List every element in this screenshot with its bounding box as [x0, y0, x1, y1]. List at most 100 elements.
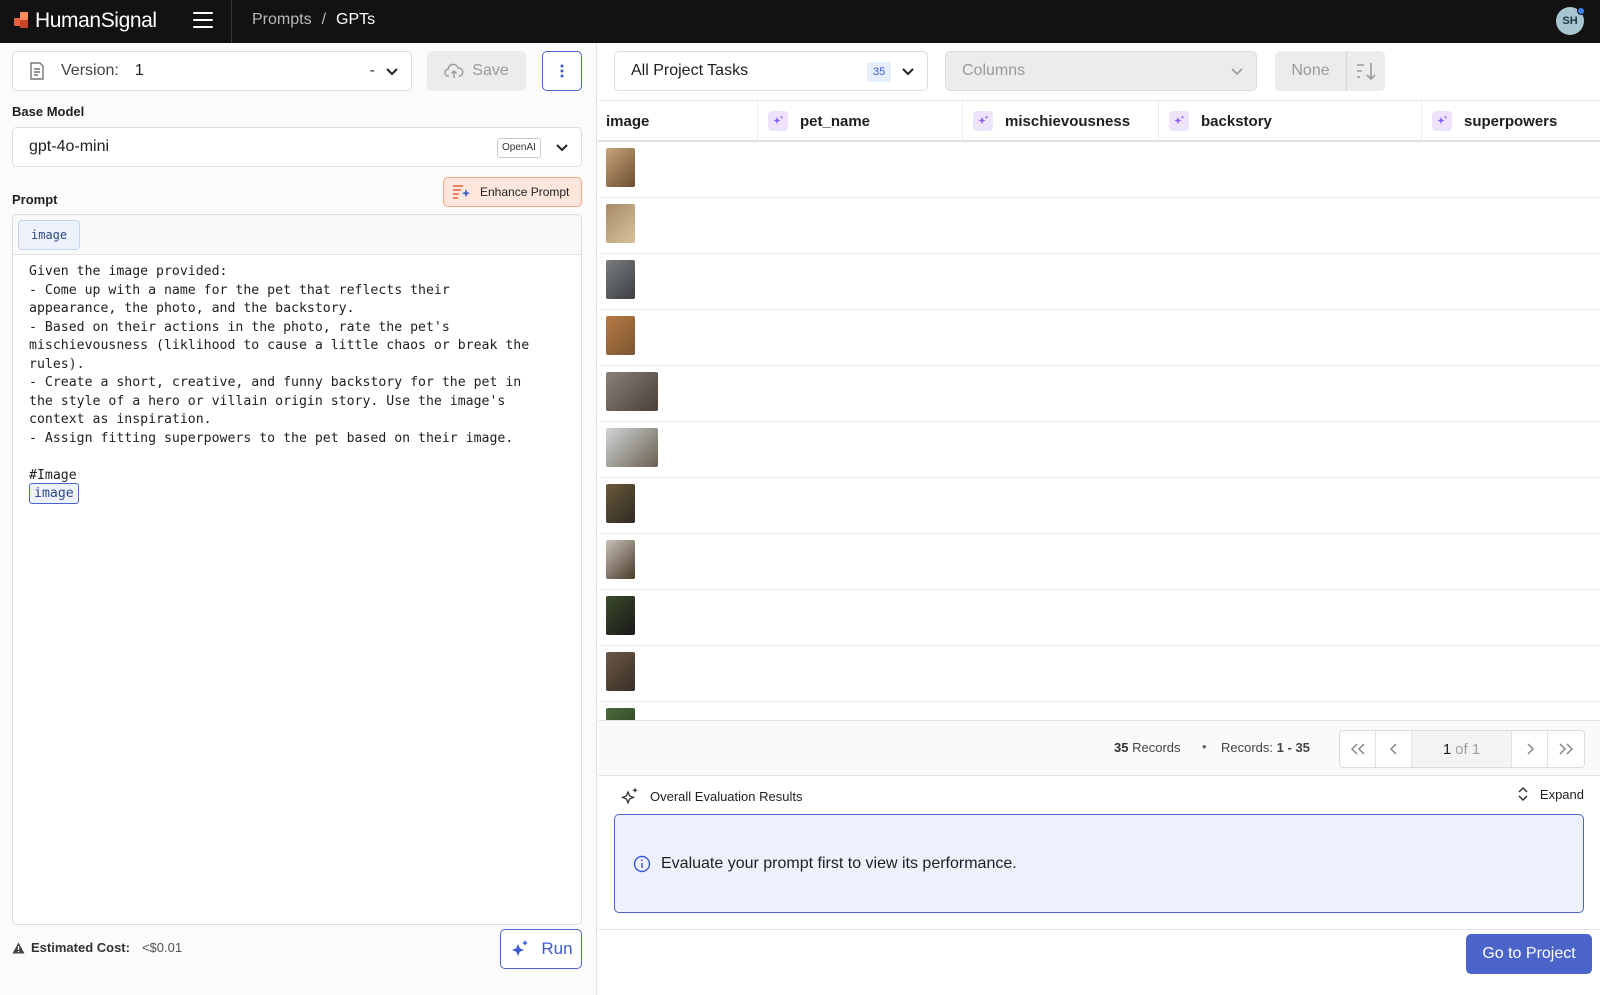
total-pages: of 1 [1455, 740, 1481, 758]
enhance-prompt-button[interactable]: Enhance Prompt [443, 177, 582, 207]
column-header-backstory[interactable]: backstory [1159, 101, 1422, 141]
sort-descending-icon [1357, 63, 1376, 81]
page-indicator[interactable]: 1 of 1 [1412, 731, 1512, 767]
table-row[interactable] [598, 142, 1600, 198]
evaluation-info-box: Evaluate your prompt first to view its p… [614, 814, 1584, 913]
more-options-button[interactable] [542, 51, 582, 91]
pet-image-thumbnail[interactable] [606, 484, 635, 523]
chevron-down-icon [902, 68, 914, 76]
evaluation-title: Overall Evaluation Results [650, 788, 803, 804]
version-selector[interactable]: Version: 1 - [12, 51, 412, 91]
table-row[interactable] [598, 198, 1600, 254]
records-count: 35 Records [1114, 740, 1181, 755]
first-page-button[interactable] [1340, 731, 1376, 767]
chevron-right-icon [1526, 743, 1534, 755]
results-panel: All Project Tasks 35 Columns None image … [598, 43, 1600, 995]
warning-icon [12, 942, 25, 953]
sort-field-select[interactable]: None [1275, 51, 1347, 91]
previous-page-button[interactable] [1376, 731, 1412, 767]
provider-badge: OpenAI [497, 138, 541, 158]
enhance-sparkle-icon [453, 185, 471, 199]
pet-image-thumbnail[interactable] [606, 708, 635, 720]
logo-text: HumanSignal [35, 9, 157, 32]
breadcrumb-separator: / [321, 11, 327, 28]
table-row[interactable] [598, 590, 1600, 646]
column-header-label: mischievousness [1005, 112, 1131, 130]
table-row[interactable] [598, 422, 1600, 478]
ai-sparkle-icon [768, 111, 788, 131]
save-label: Save [472, 62, 509, 79]
pet-image-thumbnail[interactable] [606, 428, 658, 467]
pagination-bar: 35 Records • Records: 1 - 35 1 of 1 [598, 720, 1600, 776]
model-name: gpt-4o-mini [29, 138, 110, 155]
notification-dot [1577, 7, 1585, 15]
pet-image-thumbnail[interactable] [606, 540, 635, 579]
estimated-cost: Estimated Cost: <$0.01 [12, 940, 182, 955]
chevron-down-icon [386, 68, 398, 76]
table-row[interactable] [598, 702, 1600, 720]
table-row[interactable] [598, 254, 1600, 310]
sort-control: None [1275, 51, 1385, 91]
table-row[interactable] [598, 478, 1600, 534]
table-row[interactable] [598, 646, 1600, 702]
breadcrumb-prompts-link[interactable]: Prompts [252, 11, 312, 29]
project-tasks-select[interactable]: All Project Tasks 35 [614, 51, 928, 91]
humansignal-logo[interactable]: HumanSignal [14, 9, 157, 33]
pet-image-thumbnail[interactable] [606, 652, 635, 691]
run-label: Run [541, 939, 573, 958]
pet-image-thumbnail[interactable] [606, 316, 635, 355]
expand-toggle[interactable]: Expand [1518, 786, 1584, 802]
table-row[interactable] [598, 366, 1600, 422]
more-vertical-icon [560, 64, 564, 78]
next-page-button[interactable] [1512, 731, 1548, 767]
chevron-down-icon [556, 144, 568, 152]
columns-select[interactable]: Columns [945, 51, 1257, 91]
table-body [598, 142, 1600, 720]
last-page-button[interactable] [1548, 731, 1584, 767]
sort-direction-button[interactable] [1347, 51, 1385, 91]
cloud-upload-icon [444, 63, 464, 78]
table-row[interactable] [598, 534, 1600, 590]
ai-sparkle-icon [973, 111, 993, 131]
pet-image-thumbnail[interactable] [606, 372, 658, 411]
cost-label: Estimated Cost: [31, 940, 130, 955]
records-range: Records: 1 - 35 [1221, 740, 1310, 755]
variables-bar: image [13, 215, 581, 255]
prompt-editor[interactable]: image Given the image provided: - Come u… [12, 214, 582, 925]
table-header: image pet_name mischievousness backstory… [598, 100, 1600, 142]
pet-image-thumbnail[interactable] [606, 596, 635, 635]
save-button[interactable]: Save [427, 51, 526, 91]
ai-sparkle-icon [1432, 111, 1452, 131]
go-to-project-button[interactable]: Go to Project [1466, 934, 1592, 974]
task-count-badge: 35 [867, 62, 892, 82]
evaluation-header: Overall Evaluation Results [620, 786, 802, 806]
chevron-left-icon [1389, 743, 1397, 755]
version-value: 1 [134, 62, 144, 79]
variable-chip-image[interactable]: image [18, 220, 81, 250]
top-navigation-bar: HumanSignal Prompts / GPTs SH [0, 0, 1600, 43]
prompt-textarea[interactable]: Given the image provided: - Come up with… [29, 263, 574, 485]
column-header-mischievousness[interactable]: mischievousness [963, 101, 1159, 141]
column-header-pet-name[interactable]: pet_name [758, 101, 963, 141]
column-header-label: image [606, 112, 650, 130]
expand-label: Expand [1539, 786, 1584, 802]
base-model-select[interactable]: gpt-4o-mini OpenAI [12, 127, 582, 167]
chevron-down-icon [1231, 68, 1243, 76]
pet-image-thumbnail[interactable] [606, 260, 635, 299]
cost-value: <$0.01 [141, 940, 183, 955]
menu-hamburger-icon[interactable] [193, 12, 213, 28]
pager: 1 of 1 [1339, 730, 1585, 768]
double-chevron-left-icon [1350, 743, 1365, 755]
run-button[interactable]: Run [500, 929, 582, 969]
columns-placeholder: Columns [962, 62, 1026, 79]
column-header-superpowers[interactable]: superpowers [1422, 101, 1600, 141]
column-header-image[interactable]: image [598, 101, 758, 141]
pet-image-thumbnail[interactable] [606, 148, 635, 187]
info-icon [633, 855, 651, 873]
user-avatar[interactable]: SH [1556, 7, 1585, 35]
ai-sparkle-icon [1169, 111, 1189, 131]
pet-image-thumbnail[interactable] [606, 204, 635, 243]
column-header-label: superpowers [1464, 112, 1558, 130]
table-row[interactable] [598, 310, 1600, 366]
inline-variable-image[interactable]: image [29, 483, 79, 504]
